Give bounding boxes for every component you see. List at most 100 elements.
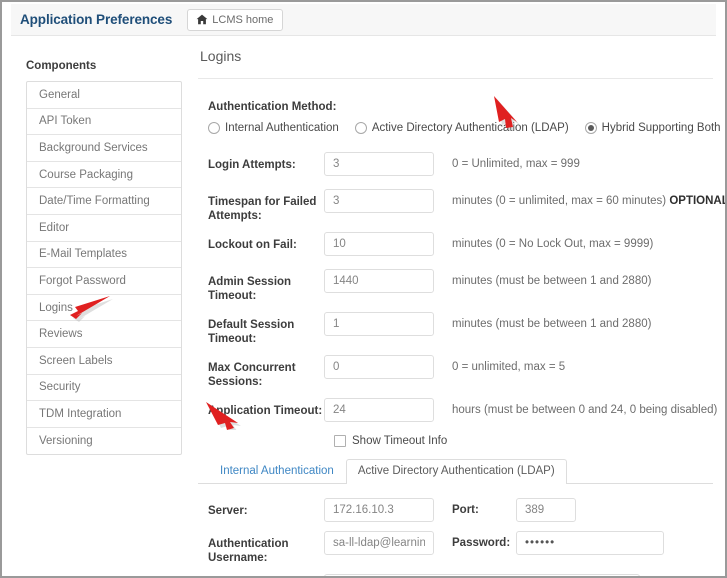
radio-active-directory-authentication[interactable]: Active Directory Authentication (LDAP) bbox=[354, 122, 569, 134]
default-session-timeout-label: Default Session Timeout: bbox=[208, 319, 295, 345]
timespan-failed-attempts-hint: minutes (0 = unlimited, max = 60 minutes… bbox=[452, 195, 727, 207]
max-concurrent-sessions-hint: 0 = unlimited, max = 5 bbox=[452, 361, 566, 373]
sidebar-item-label: TDM Integration bbox=[39, 407, 122, 420]
sidebar-item-label: Background Services bbox=[39, 141, 148, 154]
lockout-on-fail-label: Lockout on Fail: bbox=[208, 239, 297, 251]
application-timeout-label: Application Timeout: bbox=[208, 405, 323, 417]
max-concurrent-sessions-label: Max Concurrent Sessions: bbox=[208, 362, 296, 388]
password-label: Password: bbox=[452, 537, 511, 549]
timespan-failed-attempts-input[interactable] bbox=[324, 189, 434, 213]
page-title: Application Preferences bbox=[20, 12, 173, 27]
sidebar-item-label: Security bbox=[39, 381, 81, 394]
sidebar-item-versioning[interactable]: Versioning bbox=[27, 428, 181, 455]
default-session-timeout-hint: minutes (must be between 1 and 2880) bbox=[452, 318, 652, 330]
form-row-default-session-timeout: Default Session Timeout: minutes (must b… bbox=[198, 312, 713, 346]
sidebar-item-label: General bbox=[39, 88, 80, 101]
sidebar-item-tdm-integration[interactable]: TDM Integration bbox=[27, 401, 181, 428]
sidebar-item-api-token[interactable]: API Token bbox=[27, 109, 181, 136]
sidebar-item-course-packaging[interactable]: Course Packaging bbox=[27, 162, 181, 189]
lockout-on-fail-input[interactable] bbox=[324, 232, 434, 256]
ldap-row-server-port: Server: Port: bbox=[198, 498, 713, 522]
authentication-tabs: Internal Authentication Active Directory… bbox=[198, 459, 713, 484]
main-content: Logins Authentication Method: Internal A… bbox=[198, 48, 725, 576]
login-attempts-hint: 0 = Unlimited, max = 999 bbox=[452, 158, 580, 170]
sidebar-item-label: Logins bbox=[39, 301, 73, 314]
login-attempts-input[interactable] bbox=[324, 152, 434, 176]
application-timeout-hint: hours (must be between 0 and 24, 0 being… bbox=[452, 404, 718, 416]
sidebar-item-security[interactable]: Security bbox=[27, 375, 181, 402]
sidebar-item-label: Reviews bbox=[39, 328, 83, 341]
radio-hybrid-supporting-both[interactable]: Hybrid Supporting Both bbox=[584, 122, 721, 134]
form-row-lockout-on-fail: Lockout on Fail: minutes (0 = No Lock Ou… bbox=[198, 232, 713, 260]
components-list: General API Token Background Services Co… bbox=[26, 81, 182, 456]
sidebar-item-background-services[interactable]: Background Services bbox=[27, 135, 181, 162]
authentication-method-label: Authentication Method: bbox=[208, 101, 337, 113]
login-attempts-label: Login Attempts: bbox=[208, 159, 296, 171]
sidebar-item-screen-labels[interactable]: Screen Labels bbox=[27, 348, 181, 375]
form-row-login-attempts: Login Attempts: 0 = Unlimited, max = 999 bbox=[198, 152, 713, 180]
sidebar-item-general[interactable]: General bbox=[27, 82, 181, 109]
panel-divider bbox=[198, 78, 713, 79]
application-window: Application Preferences LCMS home Compon… bbox=[0, 0, 727, 578]
sidebar-item-reviews[interactable]: Reviews bbox=[27, 321, 181, 348]
sidebar-item-forgot-password[interactable]: Forgot Password bbox=[27, 268, 181, 295]
checkbox-unchecked-icon[interactable] bbox=[334, 435, 346, 447]
radio-label: Internal Authentication bbox=[225, 122, 339, 134]
tab-label: Active Directory Authentication (LDAP) bbox=[357, 465, 555, 477]
tab-internal-authentication[interactable]: Internal Authentication bbox=[208, 459, 346, 484]
default-session-timeout-input[interactable] bbox=[324, 312, 434, 336]
application-timeout-input[interactable] bbox=[324, 398, 434, 422]
show-timeout-info-row: Show Timeout Info bbox=[334, 435, 713, 447]
panel-title: Logins bbox=[200, 48, 242, 64]
server-label: Server: bbox=[208, 505, 248, 517]
sidebar-item-label: Screen Labels bbox=[39, 354, 113, 367]
max-concurrent-sessions-input[interactable] bbox=[324, 355, 434, 379]
server-input[interactable] bbox=[324, 498, 434, 522]
radio-circle-icon bbox=[208, 122, 220, 134]
password-input[interactable] bbox=[516, 531, 664, 555]
lockout-on-fail-hint: minutes (0 = No Lock Out, max = 9999) bbox=[452, 238, 654, 250]
tab-active-directory-authentication[interactable]: Active Directory Authentication (LDAP) bbox=[345, 459, 567, 484]
admin-session-timeout-input[interactable] bbox=[324, 269, 434, 293]
form-row-timespan-failed-attempts: Timespan for Failed Attempts: minutes (0… bbox=[198, 189, 725, 223]
port-input[interactable] bbox=[516, 498, 576, 522]
admin-session-timeout-hint: minutes (must be between 1 and 2880) bbox=[452, 275, 652, 287]
authentication-method-radio-group: Internal Authentication Active Directory… bbox=[208, 122, 721, 134]
ldap-row-username-password: Authentication Username: Password: bbox=[198, 531, 713, 565]
form-row-admin-session-timeout: Admin Session Timeout: minutes (must be … bbox=[198, 269, 713, 303]
show-timeout-info-label[interactable]: Show Timeout Info bbox=[352, 435, 447, 447]
ldap-settings-panel: Server: Port: Authentication Username: P… bbox=[198, 484, 713, 576]
sidebar-item-label: Date/Time Formatting bbox=[39, 195, 150, 208]
radio-circle-icon bbox=[354, 122, 367, 134]
sidebar-item-logins[interactable]: Logins bbox=[27, 295, 181, 322]
radio-circle-selected-icon bbox=[584, 122, 597, 134]
components-sidebar: Components General API Token Background … bbox=[26, 60, 182, 456]
port-label: Port: bbox=[452, 504, 479, 516]
start-input[interactable] bbox=[324, 574, 640, 576]
header-bar: Application Preferences LCMS home bbox=[11, 4, 716, 36]
sidebar-item-date-time-formatting[interactable]: Date/Time Formatting bbox=[27, 188, 181, 215]
form-row-application-timeout: Application Timeout: hours (must be betw… bbox=[198, 398, 717, 426]
form-row-max-concurrent-sessions: Max Concurrent Sessions: 0 = unlimited, … bbox=[198, 355, 713, 389]
sidebar-item-label: Editor bbox=[39, 221, 70, 234]
components-heading: Components bbox=[26, 60, 97, 72]
sidebar-item-editor[interactable]: Editor bbox=[27, 215, 181, 242]
lcms-home-label: LCMS home bbox=[212, 13, 274, 26]
lcms-home-button[interactable]: LCMS home bbox=[187, 8, 284, 31]
authentication-username-input[interactable] bbox=[324, 531, 434, 555]
sidebar-item-label: Versioning bbox=[39, 435, 93, 448]
sidebar-item-label: API Token bbox=[39, 115, 92, 128]
ldap-row-start: Start: bbox=[198, 574, 713, 576]
admin-session-timeout-label: Admin Session Timeout: bbox=[208, 276, 292, 302]
timespan-failed-attempts-label: Timespan for Failed Attempts: bbox=[208, 196, 317, 222]
authentication-username-label: Authentication Username: bbox=[208, 538, 289, 564]
sidebar-item-label: Forgot Password bbox=[39, 274, 126, 287]
radio-label: Active Directory Authentication (LDAP) bbox=[371, 122, 569, 134]
radio-label: Hybrid Supporting Both bbox=[601, 122, 721, 134]
radio-internal-authentication[interactable]: Internal Authentication bbox=[208, 122, 339, 134]
sidebar-item-label: E-Mail Templates bbox=[39, 248, 127, 261]
home-icon bbox=[196, 14, 208, 25]
login-settings-form: Login Attempts: 0 = Unlimited, max = 999… bbox=[198, 152, 725, 447]
tab-label: Internal Authentication bbox=[220, 465, 334, 477]
sidebar-item-email-templates[interactable]: E-Mail Templates bbox=[27, 242, 181, 269]
